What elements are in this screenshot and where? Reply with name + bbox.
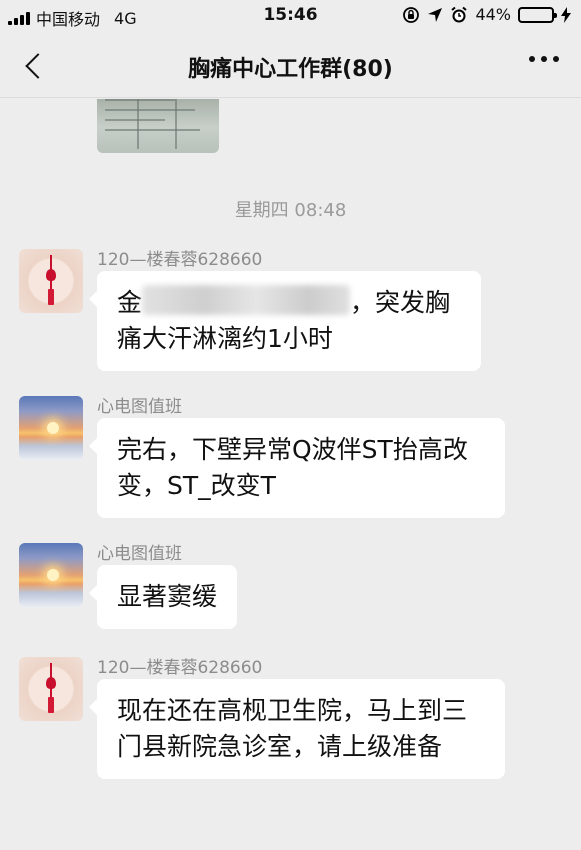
charging-bolt-icon xyxy=(561,6,571,23)
avatar[interactable] xyxy=(19,657,83,721)
sun-icon xyxy=(47,569,59,581)
sender-name: 心电图值班 xyxy=(97,544,182,564)
sender-name: 心电图值班 xyxy=(97,397,182,417)
chinese-knot-icon xyxy=(46,663,56,713)
chat-timestamp: 星期四 08:48 xyxy=(234,200,347,221)
status-bar: 中国移动 4G 15:46 44% xyxy=(0,0,581,32)
chat-header: 胸痛中心工作群(80) xyxy=(0,32,581,98)
orientation-lock-icon xyxy=(403,6,420,23)
previous-image-message[interactable] xyxy=(97,99,219,153)
more-dots-icon xyxy=(529,56,535,62)
sun-icon xyxy=(47,422,59,434)
chinese-knot-icon xyxy=(46,255,56,305)
message-bubble[interactable]: 完右，下壁异常Q波伴ST抬高改变，ST_改变T xyxy=(89,418,505,518)
alarm-clock-icon xyxy=(451,6,468,22)
location-arrow-icon xyxy=(428,7,443,22)
battery-percent: 44% xyxy=(475,5,511,24)
message-text-prefix: 金 xyxy=(117,288,143,317)
message-list[interactable]: 星期四 08:48 120—楼春蓉628660 金，突发胸痛大汗淋漓约1小时 心… xyxy=(0,99,581,850)
message-bubble[interactable]: 金，突发胸痛大汗淋漓约1小时 xyxy=(89,271,481,371)
avatar[interactable] xyxy=(19,543,83,607)
sender-name: 120—楼春蓉628660 xyxy=(97,658,263,678)
more-options-button[interactable] xyxy=(529,56,559,62)
status-right: 44% xyxy=(402,5,571,24)
message-bubble[interactable]: 现在还在高枧卫生院，马上到三门县新院急诊室，请上级准备 xyxy=(89,679,505,779)
sender-name: 120—楼春蓉628660 xyxy=(97,250,263,270)
chat-title: 胸痛中心工作群(80) xyxy=(188,57,393,82)
battery-icon xyxy=(518,6,557,23)
message-bubble[interactable]: 显著窦缓 xyxy=(88,565,238,629)
avatar[interactable] xyxy=(19,396,83,460)
avatar[interactable] xyxy=(19,249,83,313)
redacted-patient-info xyxy=(142,285,351,315)
